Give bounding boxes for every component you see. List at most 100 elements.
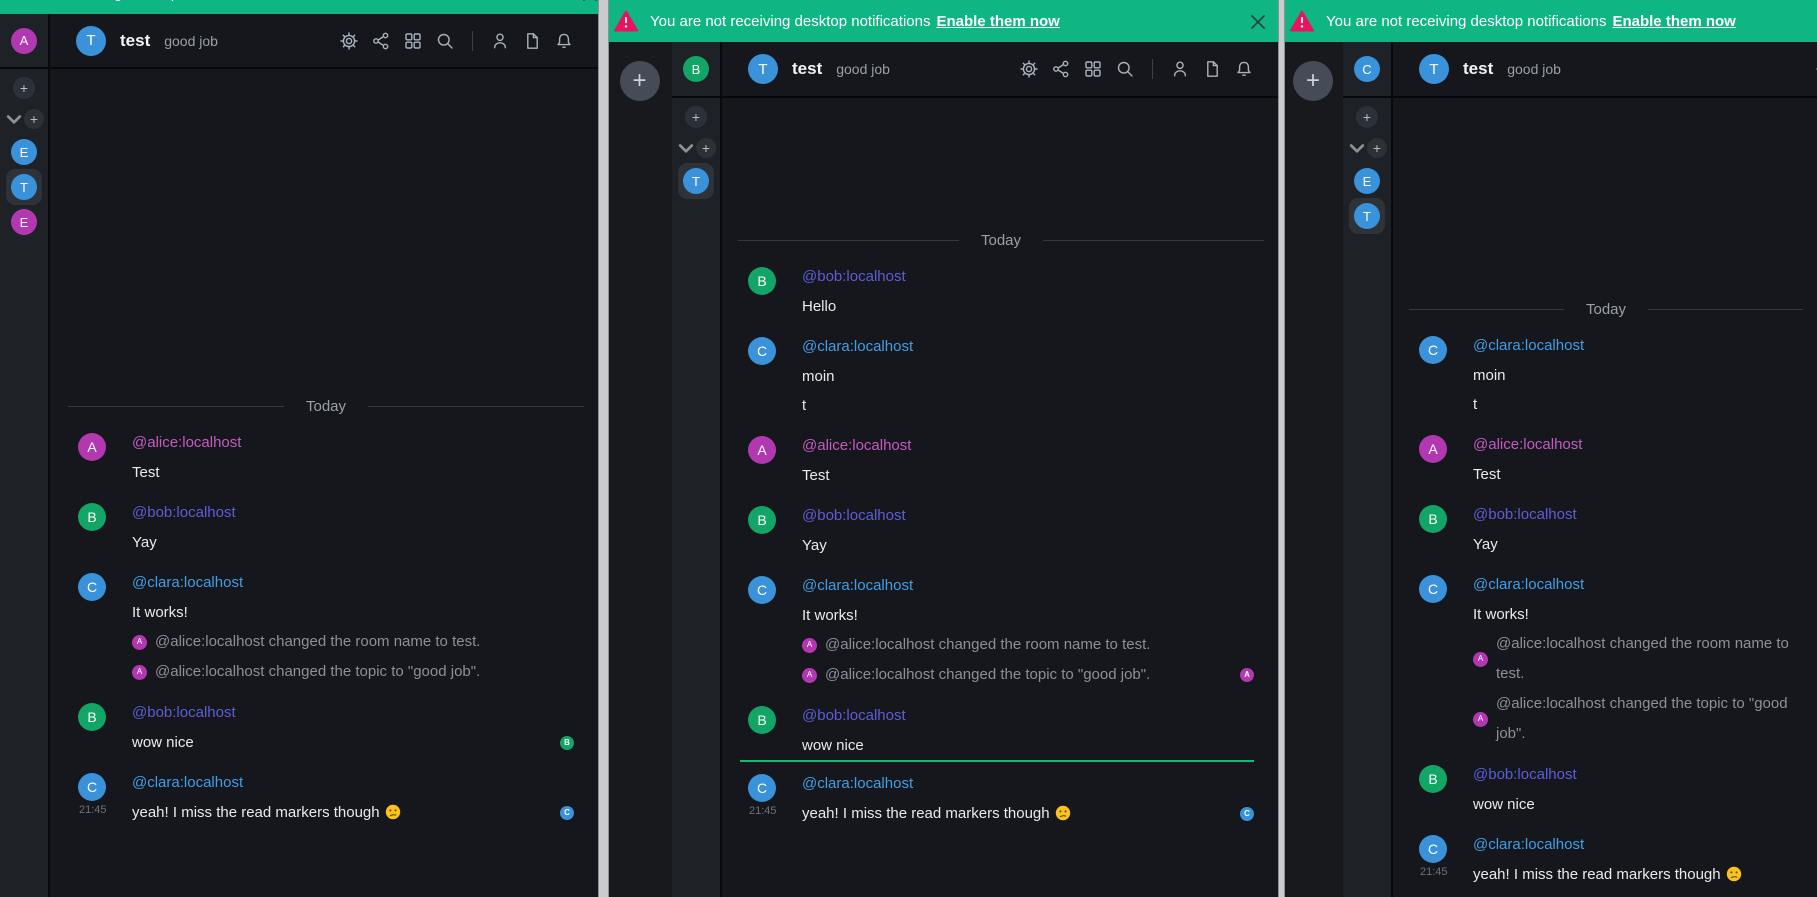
sender-name[interactable]: @bob:localhost: [1473, 505, 1793, 525]
banner-enable-link[interactable]: Enable them now: [936, 13, 1059, 30]
settings-gear-icon[interactable]: [1019, 59, 1039, 79]
sender-name[interactable]: @alice:localhost: [802, 436, 1254, 456]
room-item-selected[interactable]: T: [1349, 198, 1385, 234]
avatar[interactable]: A: [1419, 435, 1447, 463]
avatar[interactable]: B: [748, 706, 776, 734]
chevron-down-icon[interactable]: [4, 109, 24, 129]
avatar[interactable]: C: [748, 337, 776, 365]
avatar[interactable]: C: [1419, 575, 1447, 603]
message-group: C @clara:localhost It works! A @alice:lo…: [1419, 575, 1793, 749]
avatar[interactable]: A: [78, 433, 106, 461]
room-item[interactable]: E: [1354, 168, 1380, 194]
banner-enable-link[interactable]: Enable them now: [268, 0, 391, 2]
sender-name[interactable]: @clara:localhost: [802, 774, 1254, 794]
sender-name[interactable]: @bob:localhost: [802, 706, 1254, 726]
avatar[interactable]: C: [78, 773, 106, 801]
user-avatar[interactable]: A: [11, 28, 37, 54]
avatar[interactable]: B: [78, 503, 106, 531]
room-item[interactable]: E: [11, 139, 37, 165]
avatar[interactable]: B: [78, 703, 106, 731]
divider: [472, 31, 473, 51]
message-text: It works!: [802, 601, 1254, 630]
message-text: wow nice: [1473, 790, 1793, 819]
share-icon[interactable]: [1051, 59, 1071, 79]
unread-marker-line: [740, 760, 1254, 762]
avatar[interactable]: C: [748, 774, 776, 802]
sender-name[interactable]: @alice:localhost: [132, 433, 574, 453]
sender-name[interactable]: @alice:localhost: [1473, 435, 1793, 455]
state-event: A @alice:localhost changed the room name…: [802, 630, 1254, 660]
files-icon[interactable]: [1202, 59, 1222, 79]
avatar[interactable]: C: [78, 573, 106, 601]
message-text: wow nice B: [132, 728, 574, 757]
room-sidebar: C + + E T: [1343, 42, 1393, 897]
chevron-down-icon[interactable]: [676, 138, 696, 158]
search-icon[interactable]: [435, 31, 455, 51]
room-avatar[interactable]: T: [1419, 54, 1449, 84]
notifications-bell-icon[interactable]: [554, 31, 574, 51]
room-view: T test good job Today: [722, 42, 1278, 897]
message-group: C @clara:localhost moin t: [748, 337, 1254, 420]
room-item-selected[interactable]: T: [678, 163, 714, 199]
sender-name[interactable]: @clara:localhost: [802, 576, 1254, 596]
room-name: test: [1463, 59, 1493, 79]
room-topic: good job: [164, 33, 218, 49]
sender-name[interactable]: @bob:localhost: [1473, 765, 1793, 785]
create-space-button[interactable]: +: [620, 61, 660, 101]
avatar[interactable]: C: [748, 576, 776, 604]
settings-gear-icon[interactable]: [339, 31, 359, 51]
room-item[interactable]: E: [11, 209, 37, 235]
sender-name[interactable]: @clara:localhost: [132, 773, 574, 793]
avatar[interactable]: C: [1419, 835, 1447, 863]
share-icon[interactable]: [371, 31, 391, 51]
sender-name[interactable]: @bob:localhost: [132, 503, 574, 523]
files-icon[interactable]: [522, 31, 542, 51]
close-icon[interactable]: [580, 0, 598, 2]
search-icon[interactable]: [1115, 59, 1135, 79]
room-item-selected[interactable]: T: [6, 169, 42, 205]
room-avatar: T: [1354, 203, 1380, 229]
sender-name[interactable]: @bob:localhost: [802, 506, 1254, 526]
chevron-down-icon[interactable]: [1347, 138, 1367, 158]
read-receipt-badge: B: [560, 736, 574, 750]
create-space-button[interactable]: +: [1293, 61, 1333, 101]
room-header: T test good job: [722, 42, 1278, 98]
add-room-button[interactable]: +: [13, 77, 35, 99]
room-avatar[interactable]: T: [76, 26, 106, 56]
room-avatar[interactable]: T: [748, 54, 778, 84]
members-icon[interactable]: [1170, 59, 1190, 79]
user-avatar[interactable]: C: [1354, 56, 1380, 82]
add-room-button[interactable]: +: [24, 109, 44, 129]
widgets-grid-icon[interactable]: [1083, 59, 1103, 79]
avatar[interactable]: B: [1419, 505, 1447, 533]
avatar[interactable]: B: [1419, 765, 1447, 793]
add-room-button[interactable]: +: [1356, 106, 1378, 128]
widgets-grid-icon[interactable]: [403, 31, 423, 51]
avatar[interactable]: B: [748, 267, 776, 295]
close-icon[interactable]: [1248, 12, 1266, 30]
message-text: yeah! I miss the read markers though C: [132, 798, 574, 827]
members-icon[interactable]: [490, 31, 510, 51]
user-avatar[interactable]: B: [683, 56, 709, 82]
add-room-button[interactable]: +: [1367, 138, 1387, 158]
add-room-button[interactable]: +: [685, 106, 707, 128]
sender-name[interactable]: @bob:localhost: [802, 267, 1254, 287]
date-divider: Today: [738, 232, 1264, 249]
sender-name[interactable]: @clara:localhost: [1473, 575, 1793, 595]
banner-enable-link[interactable]: Enable them now: [1612, 13, 1735, 30]
notifications-bell-icon[interactable]: [1234, 59, 1254, 79]
sender-name[interactable]: @clara:localhost: [1473, 835, 1793, 855]
avatar[interactable]: A: [748, 436, 776, 464]
add-room-button[interactable]: +: [696, 138, 716, 158]
sender-name[interactable]: @bob:localhost: [132, 703, 574, 723]
message-text: moin: [1473, 361, 1793, 390]
avatar[interactable]: B: [748, 506, 776, 534]
sender-name[interactable]: @clara:localhost: [1473, 336, 1793, 356]
message-group: C @clara:localhost It works! A @alice:lo…: [78, 573, 574, 687]
sender-name[interactable]: @clara:localhost: [802, 337, 1254, 357]
notification-banner: You are not receiving desktop notificati…: [1283, 0, 1817, 42]
app-window-bob: You are not receiving desktop notificati…: [607, 0, 1278, 897]
avatar[interactable]: C: [1419, 336, 1447, 364]
message-text: Test: [802, 461, 1254, 490]
sender-name[interactable]: @clara:localhost: [132, 573, 574, 593]
